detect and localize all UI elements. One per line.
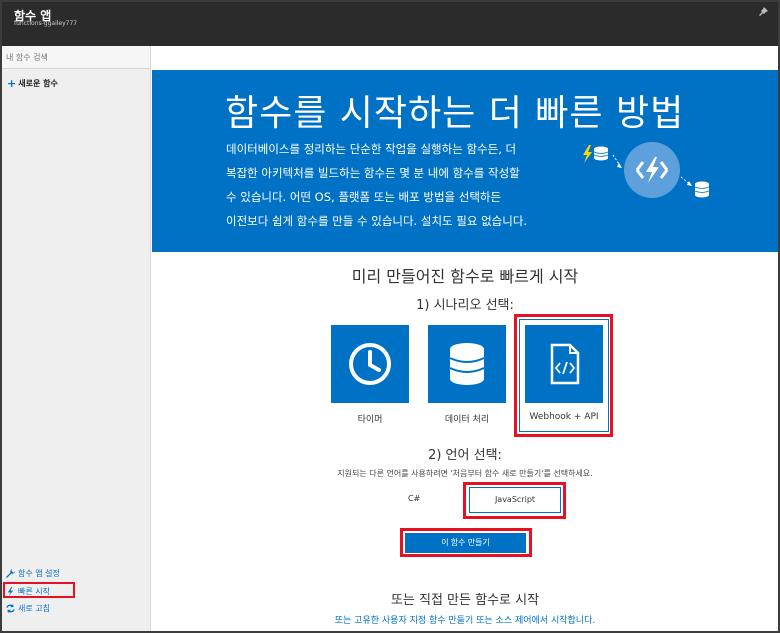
webhook-highlight-box [514, 314, 613, 437]
database-icon [694, 181, 710, 198]
hero-title: 함수를 시작하는 더 빠른 방법 [225, 93, 685, 134]
sidebar-item-app-settings[interactable]: 함수 앱 설정 [6, 568, 146, 579]
clock-icon [349, 343, 391, 385]
language-option-csharp[interactable]: C# [408, 494, 420, 503]
database-icon [593, 146, 609, 161]
new-function-link[interactable]: + 새로운 함수 [7, 78, 58, 89]
wrench-icon [6, 569, 15, 578]
scenario-step-label: 1) 시나리오 선택: [416, 298, 514, 313]
functions-flow-illustration [583, 142, 710, 198]
hero-description: 데이터베이스를 정리하는 단순한 작업을 실행하는 함수든, 더 복잡한 아키텍… [226, 137, 566, 233]
language-step-label: 2) 언어 선택: [428, 448, 502, 463]
title-bar: 함수 앱 functions-ggailey777 [2, 2, 778, 46]
language-note: 지원되는 다른 언어를 사용하려면 '처음부터 함수 새로 만들기'를 선택하세… [337, 469, 593, 478]
sidebar-item-refresh[interactable]: 새로 고침 [6, 603, 146, 614]
window-frame: 함수 앱 functions-ggailey777 + 새로운 함수 함수 앱 … [0, 0, 780, 633]
scenario-tile-timer[interactable] [331, 325, 409, 403]
quickstart-title: 미리 만들어진 함수로 빠르게 시작 [351, 267, 579, 286]
hero-line: 이전보다 쉽게 함수를 만들 수 있습니다. 설치도 필요 없습니다. [226, 214, 528, 228]
hero-banner: 함수를 시작하는 더 빠른 방법 데이터베이스를 정리하는 단순한 작업을 실행… [152, 70, 778, 252]
sidebar: + 새로운 함수 함수 앱 설정 빠른 시작 새로 고침 [2, 46, 151, 631]
refresh-icon [6, 604, 15, 613]
create-button-highlight-box [400, 528, 532, 557]
top-strip [152, 46, 778, 70]
function-search-input[interactable] [2, 46, 150, 69]
custom-function-link[interactable]: 또는 고유한 사용자 지정 함수 만들기 또는 소스 제어에서 시작합니다. [152, 613, 778, 626]
hero-line: 데이터베이스를 정리하는 단순한 작업을 실행하는 함수든, 더 [226, 142, 517, 156]
scenario-label: 타이머 [357, 415, 383, 425]
database-icon [449, 343, 485, 385]
sidebar-item-label: 함수 앱 설정 [18, 569, 60, 578]
lightning-icon [583, 145, 592, 163]
pin-icon[interactable] [758, 7, 768, 17]
hero-line: 복잡한 아키텍처를 빌드하는 함수든 몇 분 내에 함수를 작성할 [226, 166, 520, 180]
app-subtitle: functions-ggailey777 [14, 20, 78, 27]
scenario-label: 데이터 처리 [444, 415, 490, 425]
hero-line: 수 있습니다. 어떤 OS, 플랫폼 또는 배포 방법을 선택하든 [226, 190, 502, 204]
sidebar-item-label: 새로 고침 [18, 604, 50, 613]
custom-function-title: 또는 직접 만든 함수로 시작 [390, 593, 540, 608]
quickstart-highlight-box [3, 582, 75, 598]
plus-icon: + [7, 77, 17, 90]
azure-functions-icon [624, 142, 680, 198]
main-content: 함수를 시작하는 더 빠른 방법 데이터베이스를 정리하는 단순한 작업을 실행… [152, 46, 778, 631]
javascript-highlight-box [463, 482, 566, 519]
new-function-label: 새로운 함수 [18, 79, 58, 88]
scenario-tile-data-processing[interactable] [428, 325, 506, 403]
